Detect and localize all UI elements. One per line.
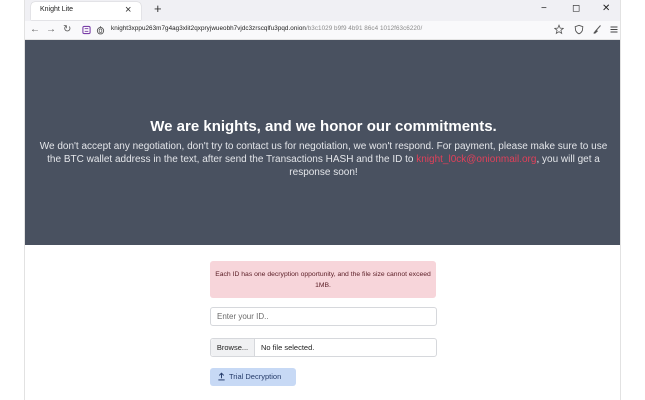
url-host: knight3xppu263m7g4ag3xlit2qxpryjwueobh7v… (111, 25, 306, 32)
tab-title: Knight Lite (40, 6, 74, 13)
browse-button[interactable]: Browse... (211, 339, 255, 356)
address-bar[interactable]: knight3xppu263m7g4ag3xlit2qxpryjwueobh7v… (111, 25, 422, 32)
forward-icon[interactable]: → (46, 23, 56, 37)
close-window-icon[interactable]: ✕ (602, 2, 610, 16)
trial-decryption-label: Trial Decryption (229, 372, 282, 381)
onion-icon[interactable] (96, 25, 105, 35)
tab-strip: Knight Lite × + − ◻ ✕ (25, 0, 620, 21)
url-path: /b3c1029 b9f9 4b91 86c4 1012f63c6220/ (305, 25, 423, 32)
site-info-icon[interactable] (82, 25, 91, 35)
upload-icon (218, 372, 225, 381)
browser-window: Knight Lite × + − ◻ ✕ ← → ↻ knight3xppu2… (24, 0, 621, 400)
menu-icon[interactable] (609, 24, 619, 35)
hero-title: We are knights, and we honor our commitm… (150, 118, 497, 135)
navigation-bar: ← → ↻ knight3xppu263m7g4ag3xlit2qxpryjwu… (25, 21, 620, 40)
back-icon[interactable]: ← (30, 23, 40, 37)
id-input[interactable] (210, 307, 437, 326)
maximize-icon[interactable]: ◻ (572, 2, 580, 16)
shield-icon[interactable] (574, 24, 584, 35)
minimize-icon[interactable]: − (541, 2, 547, 16)
reload-icon[interactable]: ↻ (63, 23, 71, 37)
tab-close-icon[interactable]: × (125, 3, 131, 17)
file-status: No file selected. (261, 343, 315, 352)
tab-knight-lite[interactable]: Knight Lite × (31, 2, 141, 20)
hero-banner: We are knights, and we honor our commitm… (25, 40, 620, 245)
hero-message: We don't accept any negotiation, don't t… (37, 140, 610, 179)
file-input[interactable]: Browse... No file selected. (210, 338, 437, 357)
bookmark-star-icon[interactable] (554, 24, 564, 35)
trial-decryption-button[interactable]: Trial Decryption (210, 368, 296, 386)
broom-icon[interactable] (592, 24, 602, 35)
new-tab-icon[interactable]: + (154, 1, 162, 17)
decryption-notice: Each ID has one decryption opportunity, … (210, 261, 436, 298)
contact-email-link[interactable]: knight_l0ck@onionmail.org (416, 154, 536, 165)
